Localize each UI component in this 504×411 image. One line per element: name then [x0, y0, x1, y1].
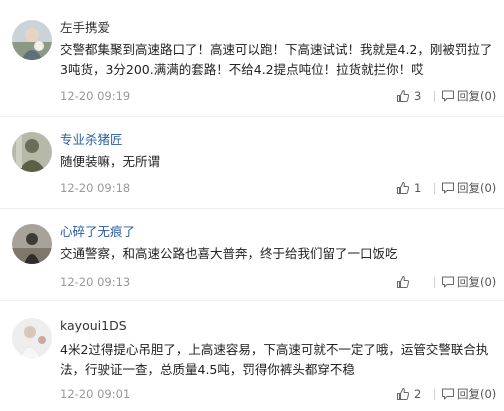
comment-divider [0, 208, 504, 209]
reply-label: 回复(0) [457, 89, 497, 103]
comment-meta: 12-20 09:18 1 回复(0) [60, 180, 500, 196]
reply-button[interactable]: 回复(0) [441, 274, 496, 290]
like-button[interactable] [396, 274, 414, 290]
meta-divider [434, 183, 435, 194]
avatar[interactable] [12, 318, 52, 358]
avatar-image [12, 318, 52, 358]
meta-divider [434, 389, 435, 400]
reply-label: 回复(0) [457, 275, 497, 289]
like-button[interactable]: 2 [396, 386, 421, 402]
thumbs-up-icon [397, 388, 410, 400]
thumbs-up-icon [397, 182, 410, 194]
avatar-image [12, 224, 52, 264]
comment-divider [0, 300, 504, 301]
speech-bubble-icon [442, 276, 454, 288]
comment-meta: 12-20 09:13 回复(0) [60, 274, 500, 290]
comment-text: 随便装嘛，无所谓 [60, 154, 161, 169]
comment-text: 交通警察，和高速公路也喜大普奔，终于给我们留了一口饭吃 [60, 246, 398, 261]
comment-time: 12-20 09:01 [60, 387, 131, 401]
comment-time: 12-20 09:19 [60, 89, 131, 103]
avatar[interactable] [12, 224, 52, 264]
comment-text: 4米2过得提心吊胆了，上高速容易，下高速可就不一定了哦，运管交警联合执法，行驶证… [60, 342, 489, 377]
thumbs-up-icon [397, 276, 410, 288]
like-count: 3 [414, 89, 422, 103]
meta-divider [434, 91, 435, 102]
avatar[interactable] [12, 20, 52, 60]
speech-bubble-icon [442, 388, 454, 400]
reply-label: 回复(0) [457, 181, 497, 195]
comment-divider [0, 116, 504, 117]
username[interactable]: 左手携爱 [60, 20, 110, 36]
speech-bubble-icon [442, 182, 454, 194]
avatar-image [12, 20, 52, 60]
comment-list: 左手携爱 交警都集聚到高速路口了！高速可以跑！下高速试试！我就是4.2，刚被罚拉… [0, 0, 504, 411]
reply-button[interactable]: 回复(0) [441, 88, 496, 104]
avatar-image [12, 132, 52, 172]
comment-text: 交警都集聚到高速路口了！高速可以跑！下高速试试！我就是4.2，刚被罚拉了3吨货，… [60, 42, 493, 77]
like-count: 2 [414, 387, 422, 401]
reply-button[interactable]: 回复(0) [441, 180, 496, 196]
thumbs-up-icon [397, 90, 410, 102]
username[interactable]: kayoui1DS [60, 318, 127, 334]
meta-divider [434, 277, 435, 288]
like-count: 1 [414, 181, 422, 195]
username[interactable]: 心碎了无痕了 [60, 224, 135, 240]
comment-meta: 12-20 09:01 2 回复(0) [60, 386, 500, 402]
reply-label: 回复(0) [457, 387, 497, 401]
like-button[interactable]: 1 [396, 180, 421, 196]
comment-meta: 12-20 09:19 3 回复(0) [60, 88, 500, 104]
avatar[interactable] [12, 132, 52, 172]
username[interactable]: 专业杀猪匠 [60, 132, 123, 148]
comment-time: 12-20 09:13 [60, 275, 131, 289]
reply-button[interactable]: 回复(0) [441, 386, 496, 402]
speech-bubble-icon [442, 90, 454, 102]
like-button[interactable]: 3 [396, 88, 421, 104]
comment-time: 12-20 09:18 [60, 181, 131, 195]
